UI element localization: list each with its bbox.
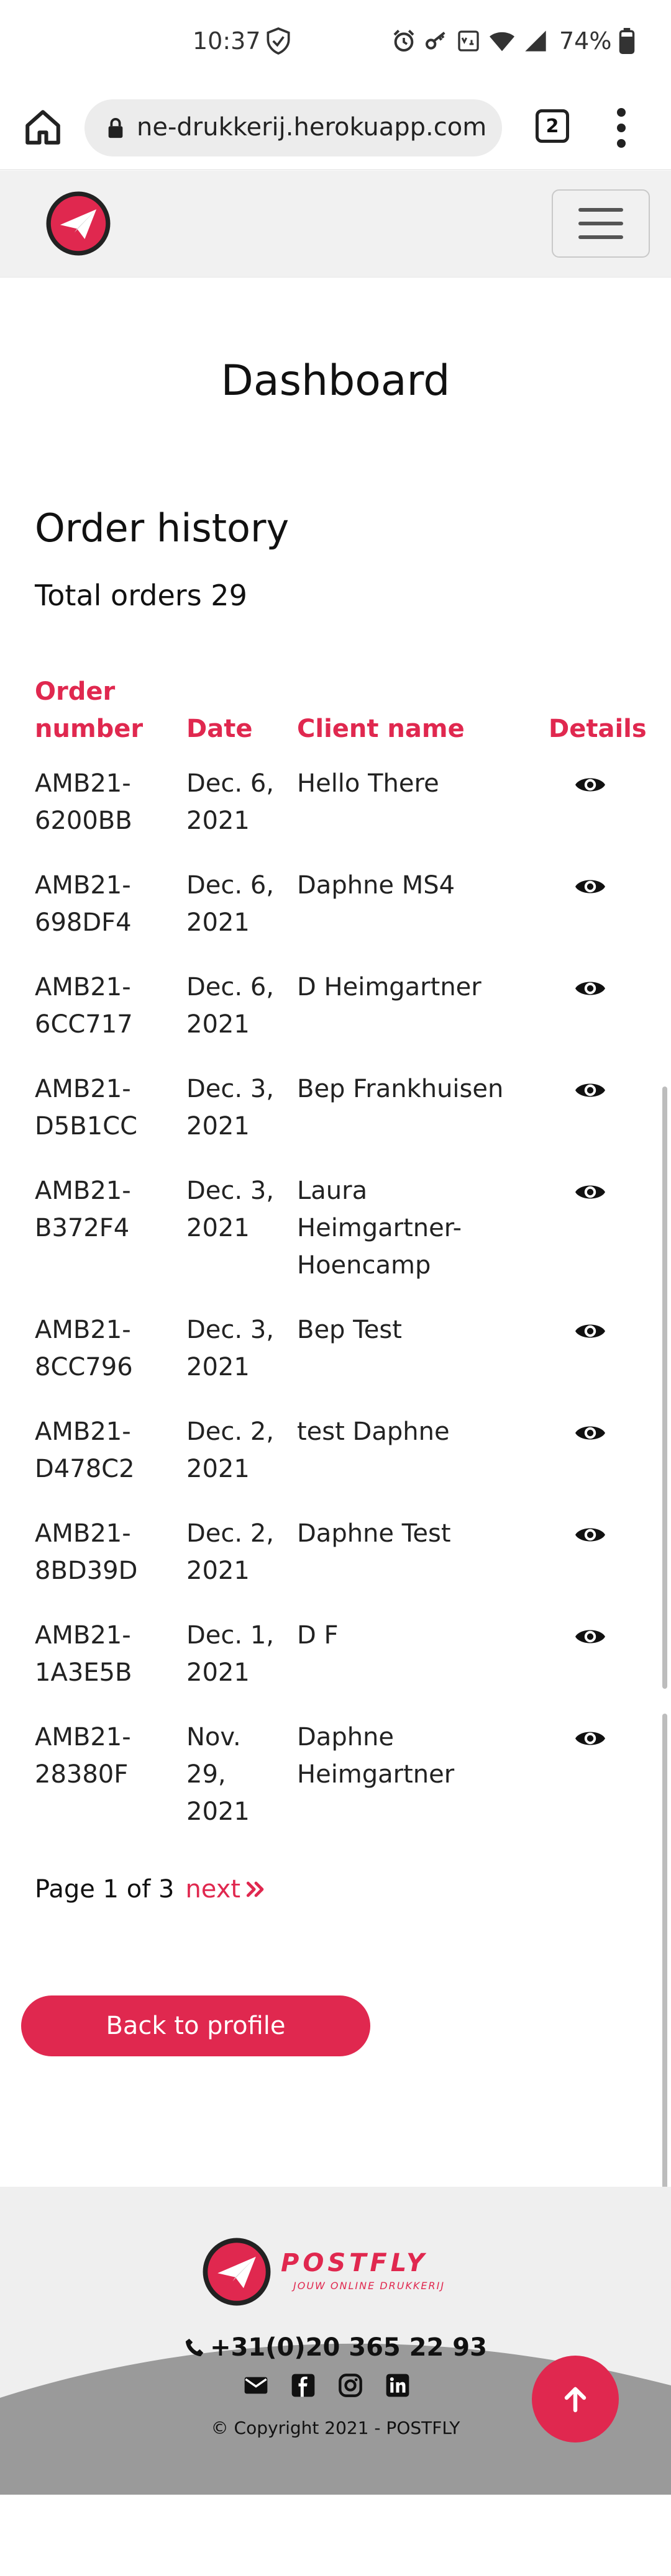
- browser-menu-button[interactable]: [614, 108, 629, 148]
- order-date-cell: Dec. 1, 2021: [186, 1621, 274, 1687]
- footer-phone-number: +31(0)20 365 22 93: [210, 2333, 487, 2362]
- order-date-cell: Dec. 3, 2021: [186, 1316, 274, 1381]
- alarm-icon: [393, 29, 414, 52]
- eye-icon[interactable]: [574, 775, 606, 795]
- order-history-heading: Order history: [35, 505, 290, 551]
- address-bar[interactable]: ne-drukkerij.herokuapp.com: [84, 99, 502, 156]
- menu-toggle-button[interactable]: [552, 189, 650, 258]
- order-number-cell: AMB21- D478C2: [35, 1417, 135, 1483]
- order-date-cell: Dec. 6, 2021: [186, 769, 274, 835]
- order-date-cell: Dec. 3, 2021: [186, 1075, 274, 1141]
- page-title: Dashboard: [221, 356, 450, 405]
- phone-icon: [185, 2338, 204, 2357]
- client-name-cell: Daphne Test: [297, 1519, 451, 1548]
- eye-icon[interactable]: [574, 877, 606, 897]
- client-name-cell: Bep Test: [297, 1316, 402, 1344]
- status-icons: 74%: [391, 26, 635, 56]
- postfly-logo[interactable]: [46, 191, 111, 256]
- eye-icon[interactable]: [574, 1627, 606, 1647]
- shield-icon: [267, 27, 290, 55]
- status-bar: 10:37 74%: [0, 0, 671, 86]
- site-navbar: [0, 171, 671, 278]
- order-number-cell: AMB21- 698DF4: [35, 871, 132, 937]
- client-name-cell: Laura Heimgartner- Hoencamp: [297, 1177, 462, 1280]
- browser-toolbar: ne-drukkerij.herokuapp.com 2: [0, 86, 671, 170]
- order-date-cell: Dec. 6, 2021: [186, 871, 274, 937]
- order-number-cell: AMB21- 8BD39D: [35, 1519, 138, 1585]
- mail-icon[interactable]: [244, 2373, 268, 2398]
- client-name-cell: test Daphne: [297, 1417, 450, 1446]
- page-indicator: Page 1 of 3: [35, 1875, 175, 1904]
- footer-logo: [203, 2238, 271, 2306]
- column-header-details: Details: [549, 715, 647, 743]
- eye-icon[interactable]: [574, 1729, 606, 1748]
- eye-icon[interactable]: [574, 1525, 606, 1545]
- order-number-cell: AMB21- D5B1CC: [35, 1075, 137, 1141]
- lock-icon: [108, 118, 123, 138]
- eye-icon[interactable]: [574, 978, 606, 998]
- client-name-cell: D Heimgartner: [297, 973, 482, 1001]
- next-page-label: next: [185, 1875, 241, 1904]
- back-to-top-button[interactable]: [532, 2356, 619, 2443]
- linkedin-icon[interactable]: [385, 2373, 410, 2398]
- battery-icon: [619, 28, 635, 54]
- order-number-cell: AMB21- 8CC796: [35, 1316, 133, 1381]
- tab-switcher-button[interactable]: 2: [536, 109, 569, 143]
- battery-level: 74%: [559, 27, 612, 55]
- order-number-cell: AMB21- 1A3E5B: [35, 1621, 132, 1687]
- wifi-icon: [490, 32, 514, 52]
- column-header-order-number: Order number: [35, 677, 144, 743]
- scrollbar[interactable]: [662, 1087, 667, 1689]
- order-date-cell: Dec. 2, 2021: [186, 1519, 274, 1585]
- chevron-right-icon: [246, 1881, 264, 1897]
- eye-icon[interactable]: [574, 1423, 606, 1443]
- total-orders: Total orders 29: [35, 579, 247, 612]
- instagram-icon[interactable]: [338, 2373, 363, 2398]
- order-number-cell: AMB21- 28380F: [35, 1723, 131, 1789]
- client-name-cell: Bep Frankhuisen: [297, 1075, 504, 1103]
- client-name-cell: D F: [297, 1621, 339, 1650]
- footer-brand: POSTFLY: [281, 2249, 428, 2277]
- client-name-cell: Daphne MS4: [297, 871, 455, 900]
- arrow-up-icon: [564, 2387, 587, 2413]
- client-name-cell: Daphne Heimgartner: [297, 1723, 455, 1789]
- key-icon: [426, 32, 445, 50]
- status-time: 10:37: [193, 27, 261, 55]
- order-number-cell: AMB21- 6CC717: [35, 973, 133, 1039]
- site-footer: POSTFLY JOUW ONLINE DRUKKERIJ +31(0)20 3…: [0, 2187, 671, 2495]
- order-number-cell: AMB21- 6200BB: [35, 769, 132, 835]
- back-to-profile-button[interactable]: Back to profile: [21, 1995, 370, 2056]
- column-header-date: Date: [186, 715, 253, 743]
- footer-tagline: JOUW ONLINE DRUKKERIJ: [293, 2280, 445, 2292]
- order-number-cell: AMB21- B372F4: [35, 1177, 131, 1242]
- pagination: Page 1 of 3 next: [35, 1875, 267, 1904]
- home-icon[interactable]: [22, 107, 63, 148]
- next-page-link[interactable]: next: [185, 1875, 267, 1904]
- column-header-client-name: Client name: [297, 715, 465, 743]
- signal-icon: [525, 30, 546, 52]
- volte-icon: [458, 30, 479, 52]
- client-name-cell: Hello There: [297, 769, 439, 798]
- eye-icon[interactable]: [574, 1182, 606, 1202]
- eye-icon[interactable]: [574, 1080, 606, 1100]
- order-date-cell: Dec. 2, 2021: [186, 1417, 274, 1483]
- order-date-cell: Dec. 6, 2021: [186, 973, 274, 1039]
- eye-icon[interactable]: [574, 1321, 606, 1341]
- order-date-cell: Dec. 3, 2021: [186, 1177, 274, 1242]
- facebook-icon[interactable]: [291, 2373, 316, 2398]
- url-text: ne-drukkerij.herokuapp.com: [137, 113, 487, 142]
- order-date-cell: Nov. 29, 2021: [186, 1723, 250, 1826]
- social-links: [244, 2373, 410, 2398]
